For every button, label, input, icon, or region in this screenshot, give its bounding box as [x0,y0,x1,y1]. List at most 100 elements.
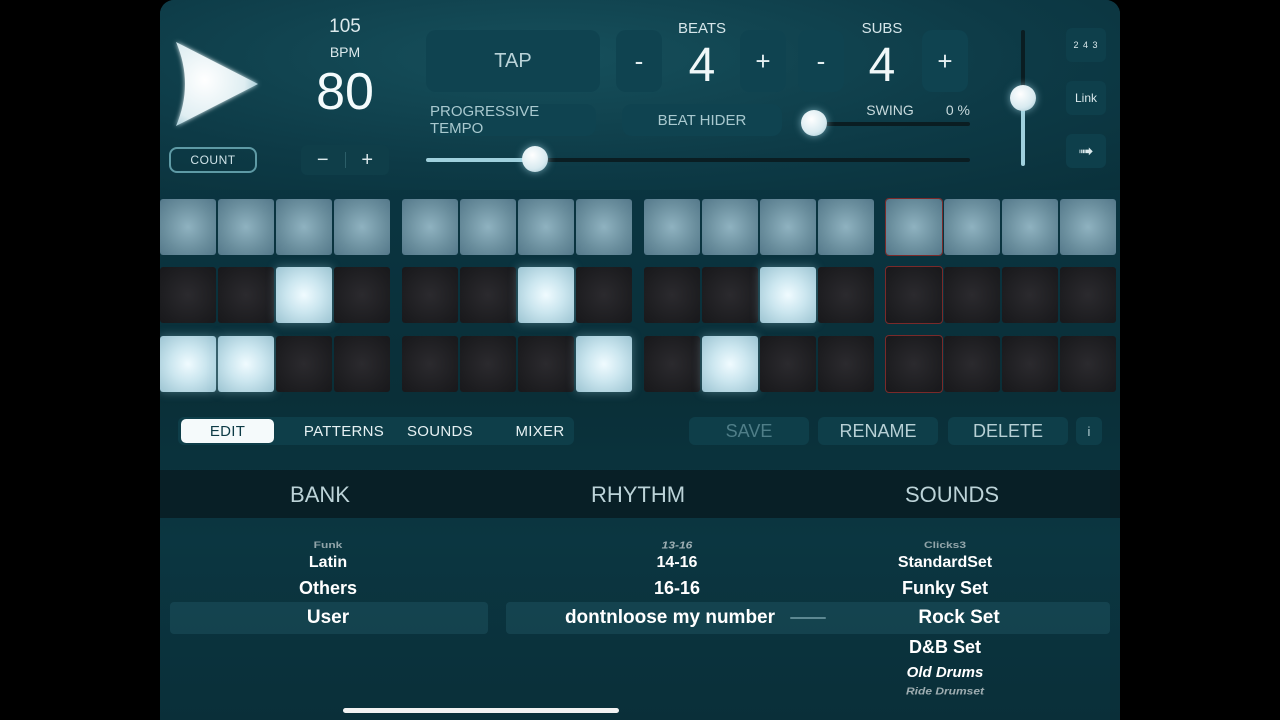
step-cell[interactable] [644,267,700,323]
step-cell[interactable] [218,267,274,323]
step-cell[interactable] [460,267,516,323]
play-icon[interactable] [172,38,262,130]
step-cell[interactable] [944,199,1000,255]
picker-option[interactable]: D&B Set [870,637,1020,658]
step-cell[interactable] [885,266,943,324]
step-cell[interactable] [760,336,816,392]
picker-option[interactable]: Clicks3 [870,539,1020,550]
step-cell[interactable] [760,199,816,255]
step-cell[interactable] [885,198,943,256]
mode-segmented-control: EDIT PATTERNS SOUNDS MIXER [178,417,574,445]
swing-slider-knob[interactable] [801,110,827,136]
step-cell[interactable] [334,199,390,255]
step-cell[interactable] [518,267,574,323]
sounds-header: SOUNDS [904,482,1000,507]
step-cell[interactable] [944,267,1000,323]
step-cell[interactable] [160,267,216,323]
picker-option[interactable]: 13-16 [572,539,782,551]
save-button[interactable]: SAVE [689,417,809,445]
subs-minus-button[interactable]: - [798,30,844,92]
step-cell[interactable] [818,199,874,255]
info-button[interactable]: i [1076,417,1102,445]
beats-value: 4 [688,39,716,92]
step-cell[interactable] [276,336,332,392]
tempo-slider-track[interactable] [426,158,970,162]
swing-label: SWING [866,102,914,118]
tab-mixer[interactable]: MIXER [492,417,588,445]
step-cell[interactable] [702,199,758,255]
step-cell[interactable] [518,336,574,392]
step-cell[interactable] [1060,267,1116,323]
step-cell[interactable] [818,336,874,392]
rhythm-header: RHYTHM [590,482,686,507]
tab-sounds[interactable]: SOUNDS [392,417,488,445]
step-cell[interactable] [218,199,274,255]
step-cell[interactable] [576,267,632,323]
rename-button[interactable]: RENAME [818,417,938,445]
step-cell[interactable] [334,267,390,323]
step-cell[interactable] [334,336,390,392]
step-cell[interactable] [402,199,458,255]
picker-option[interactable]: 16-16 [572,578,782,599]
step-cell[interactable] [460,199,516,255]
bpm-plus-button[interactable]: + [346,145,390,175]
progressive-tempo-button[interactable]: PROGRESSIVE TEMPO [430,103,596,137]
picker-option-selected[interactable]: User [250,607,406,629]
picker-option[interactable]: Others [250,578,406,599]
picker-option-selected[interactable]: Rock Set [884,607,1034,629]
step-cell[interactable] [402,267,458,323]
step-cell[interactable] [518,199,574,255]
step-cell[interactable] [276,199,332,255]
swing-slider-track[interactable] [814,122,970,126]
picker-option[interactable]: Ride Drumset [870,685,1020,697]
step-cell[interactable] [276,267,332,323]
bpm-value[interactable]: 80 [300,62,390,122]
step-cell[interactable] [160,199,216,255]
step-cell[interactable] [576,199,632,255]
step-cell[interactable] [160,336,216,392]
bpm-stepper: − + [301,145,389,175]
link-button[interactable]: Link [1066,81,1106,115]
beats-minus-button[interactable]: - [616,30,662,92]
beat-hider-button[interactable]: BEAT HIDER [622,104,782,136]
meter-display-icon[interactable]: 2 4 3 [1066,28,1106,62]
picker-option[interactable]: Latin [250,554,406,572]
step-cell[interactable] [402,336,458,392]
step-cell[interactable] [576,336,632,392]
step-cell[interactable] [1002,336,1058,392]
step-cell[interactable] [1002,267,1058,323]
subs-value: 4 [868,39,896,92]
picker-option-selected[interactable]: dontnloose my number [530,607,810,629]
picker-option[interactable]: Old Drums [870,664,1020,681]
step-cell[interactable] [702,267,758,323]
arrow-right-icon[interactable]: ➟ [1066,134,1106,168]
step-cell[interactable] [1060,199,1116,255]
tap-button[interactable]: TAP [426,30,600,92]
tempo-slider-fill [426,158,535,162]
beats-plus-button[interactable]: + [740,30,786,92]
delete-button[interactable]: DELETE [948,417,1068,445]
step-cell[interactable] [885,335,943,393]
step-cell[interactable] [644,199,700,255]
tempo-slider-knob[interactable] [521,146,548,172]
step-cell[interactable] [944,336,1000,392]
subs-plus-button[interactable]: + [922,30,968,92]
step-cell[interactable] [460,336,516,392]
step-cell[interactable] [1060,336,1116,392]
step-cell[interactable] [760,267,816,323]
step-cell[interactable] [1002,199,1058,255]
tab-patterns[interactable]: PATTERNS [296,417,392,445]
bpm-label: BPM [329,44,361,60]
step-cell[interactable] [644,336,700,392]
picker-option[interactable]: StandardSet [870,554,1020,572]
step-cell[interactable] [818,267,874,323]
count-button[interactable]: COUNT [169,147,257,173]
tab-edit[interactable]: EDIT [181,419,274,443]
picker-option[interactable]: Funky Set [870,578,1020,599]
step-cell[interactable] [702,336,758,392]
bpm-minus-button[interactable]: − [301,145,345,175]
step-cell[interactable] [218,336,274,392]
picker-option[interactable]: Funk [250,539,406,550]
picker-option[interactable]: 14-16 [572,554,782,572]
volume-slider-knob[interactable] [1010,85,1036,111]
